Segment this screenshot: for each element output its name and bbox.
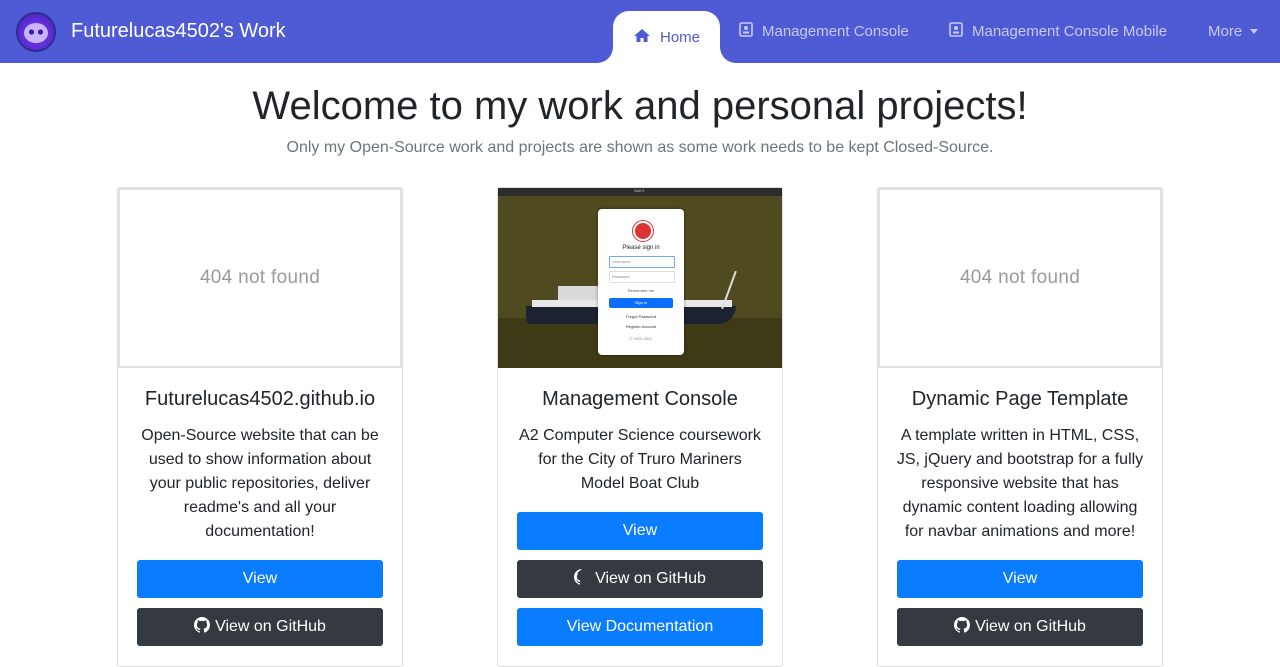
card-title: Futurelucas4502.github.io xyxy=(144,388,376,410)
page-subtitle: Only my Open-Source work and projects ar… xyxy=(286,139,994,156)
login-sign-in: Sign in xyxy=(609,298,673,308)
page-title: Welcome to my work and personal projects… xyxy=(252,84,1028,128)
view-on-github-label: View on GitHub xyxy=(595,570,706,587)
tab-management-console-mobile-label: Management Console Mobile xyxy=(972,23,1168,40)
login-password: Password xyxy=(609,271,675,283)
screenshot-top-bar: Sail © xyxy=(634,188,645,193)
brand-title[interactable]: Futurelucas4502's Work xyxy=(71,20,286,43)
id-badge-icon xyxy=(739,22,753,41)
project-card: 404 not found Futurelucas4502.github.io … xyxy=(117,187,403,667)
github-icon xyxy=(194,616,211,638)
view-on-github-button[interactable]: View on GitHub xyxy=(137,608,383,646)
home-icon xyxy=(633,28,651,47)
tab-more-label: More xyxy=(1208,23,1243,40)
view-on-github-label: View on GitHub xyxy=(975,618,1086,635)
tab-home[interactable]: Home xyxy=(613,11,720,63)
login-link-register: Register Account xyxy=(625,324,657,329)
login-heading: Please sign in xyxy=(622,245,660,251)
caret-down-icon xyxy=(1250,29,1259,34)
image-not-found-text: 404 not found xyxy=(959,267,1081,288)
card-image-placeholder: 404 not found xyxy=(878,188,1162,368)
github-icon xyxy=(954,616,971,638)
card-image-screenshot: Sail © Please sign in Username Password … xyxy=(498,188,782,368)
tab-more-dropdown[interactable]: More xyxy=(1208,0,1259,63)
top-navbar: Futurelucas4502's Work Home Management C… xyxy=(0,0,1280,63)
login-username: Username xyxy=(609,256,675,268)
brand-logo-icon[interactable] xyxy=(16,12,56,52)
view-on-github-label: View on GitHub xyxy=(215,618,326,635)
login-link-forgot: Forgot Password xyxy=(625,314,657,319)
tab-management-console-label: Management Console xyxy=(762,23,909,40)
view-button[interactable]: View xyxy=(137,560,383,598)
view-button[interactable]: View xyxy=(517,512,763,550)
card-title: Management Console xyxy=(542,388,738,410)
card-title: Dynamic Page Template xyxy=(911,388,1129,410)
view-button-label: View xyxy=(1002,570,1038,587)
view-on-github-button[interactable]: View on GitHub xyxy=(517,560,763,598)
tab-management-console-mobile[interactable]: Management Console Mobile xyxy=(949,0,1167,63)
card-description: A2 Computer Science coursework for the C… xyxy=(519,427,761,492)
login-remember: Remember me xyxy=(627,288,655,293)
project-card: 404 not found Dynamic Page Template A te… xyxy=(877,187,1163,667)
view-button[interactable]: View xyxy=(897,560,1143,598)
tab-home-label: Home xyxy=(659,28,700,46)
image-not-found-text: 404 not found xyxy=(199,267,321,288)
id-badge-icon xyxy=(949,22,963,41)
view-documentation-label: View Documentation xyxy=(566,618,714,635)
login-form-preview: Please sign in Username Password Remembe… xyxy=(598,209,684,355)
github-icon xyxy=(574,568,590,590)
view-documentation-button[interactable]: View Documentation xyxy=(517,608,763,646)
card-image-placeholder: 404 not found xyxy=(118,188,402,368)
project-card: Sail © Please sign in Username Password … xyxy=(497,187,783,667)
view-on-github-button[interactable]: View on GitHub xyxy=(897,608,1143,646)
view-button-label: View xyxy=(242,570,278,587)
login-footer: © 2020-2021 xyxy=(629,336,653,341)
tab-management-console[interactable]: Management Console xyxy=(739,0,909,63)
view-button-label: View xyxy=(622,522,658,539)
card-description: Open-Source website that can be used to … xyxy=(141,427,379,540)
boat-photo-background: Sail © Please sign in Username Password … xyxy=(498,188,782,368)
card-description: A template written in HTML, CSS, JS, jQu… xyxy=(896,427,1144,540)
